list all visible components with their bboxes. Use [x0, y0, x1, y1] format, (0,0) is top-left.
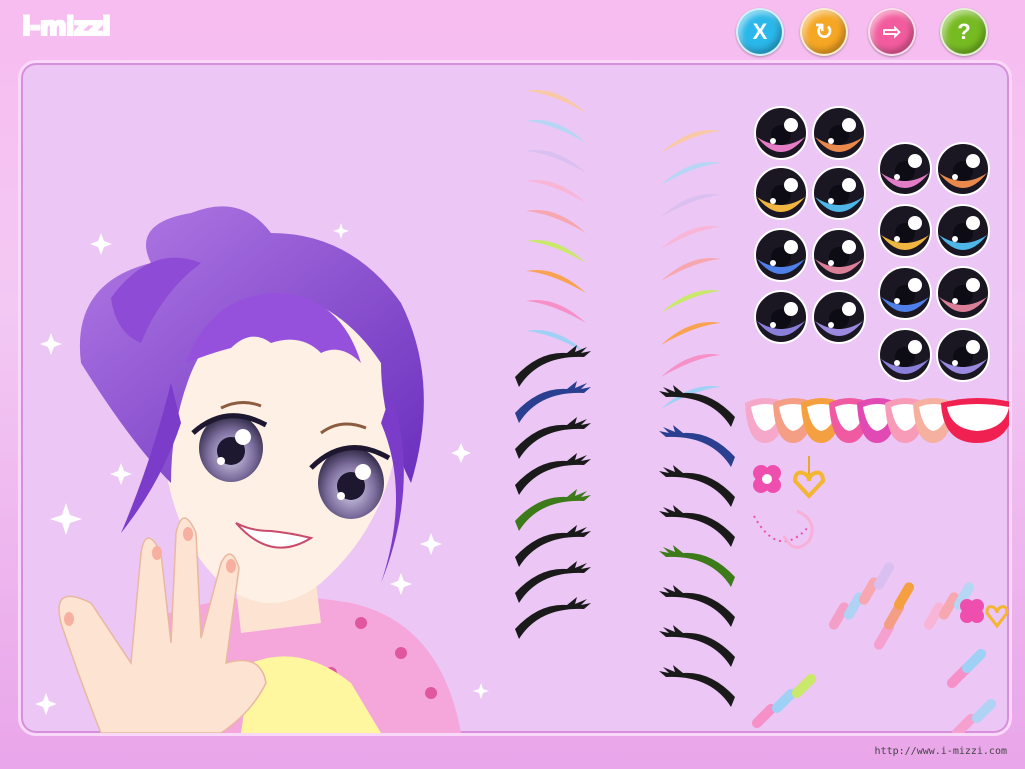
heart-earring-option[interactable] — [985, 605, 1009, 629]
eye-option[interactable] — [877, 203, 933, 259]
eye-option[interactable] — [753, 165, 809, 221]
sparkle-icon — [390, 573, 412, 595]
eye-option[interactable] — [811, 105, 867, 161]
sparkle-icon — [451, 443, 471, 463]
nail-set-option[interactable] — [945, 647, 988, 690]
site-url[interactable]: http://www.i-mizzi.com — [875, 746, 1007, 757]
eye-option[interactable] — [877, 141, 933, 197]
eyelash-option[interactable] — [651, 423, 741, 468]
eye-option[interactable] — [811, 165, 867, 221]
eyelash-option[interactable] — [651, 383, 741, 428]
eye-option[interactable] — [753, 227, 809, 283]
eyelash-option[interactable] — [509, 595, 599, 640]
eyelash-option[interactable] — [651, 543, 741, 588]
eyelash-option[interactable] — [651, 583, 741, 628]
eyelash-option[interactable] — [651, 503, 741, 548]
sparkle-icon — [420, 533, 442, 555]
eye-option[interactable] — [753, 105, 809, 161]
sparkle-icon — [50, 503, 82, 535]
eye-option[interactable] — [935, 265, 991, 321]
next-button[interactable]: ⇨ — [868, 8, 916, 56]
lip-option[interactable] — [939, 393, 1012, 449]
character-portrait — [35, 206, 489, 733]
sparkle-icon — [40, 333, 62, 355]
sparkle-icon — [90, 233, 112, 255]
logo-text: i-mizzi — [22, 12, 111, 42]
eyelash-option[interactable] — [651, 463, 741, 508]
heart-earring-option[interactable] — [792, 456, 826, 499]
dressup-stage — [18, 60, 1012, 736]
eye-option[interactable] — [811, 289, 867, 345]
nail-set-option[interactable] — [872, 581, 916, 652]
flower-earring-option[interactable] — [753, 465, 781, 493]
close-button[interactable]: X — [736, 8, 784, 56]
nail-set-option[interactable] — [750, 672, 818, 730]
eye-option[interactable] — [877, 327, 933, 383]
accessory-options — [750, 456, 1009, 736]
sparkle-icon — [473, 683, 489, 699]
i-mizzi-logo: i-mizzi — [22, 12, 111, 42]
eye-option[interactable] — [753, 289, 809, 345]
necklace-option[interactable] — [753, 509, 814, 549]
eye-option[interactable] — [877, 265, 933, 321]
nail-set-option[interactable] — [950, 697, 998, 736]
eyelash-option[interactable] — [651, 623, 741, 668]
help-button[interactable]: ? — [940, 8, 988, 56]
eye-option[interactable] — [811, 227, 867, 283]
reset-button[interactable]: ↻ — [800, 8, 848, 56]
eye-option[interactable] — [935, 203, 991, 259]
sparkle-icon — [333, 223, 349, 239]
eye-option[interactable] — [935, 327, 991, 383]
flower-earring-option[interactable] — [960, 599, 984, 623]
sparkle-icon — [35, 693, 57, 715]
sparkle-icon — [110, 463, 132, 485]
eyelash-option[interactable] — [651, 663, 741, 708]
eye-option[interactable] — [935, 141, 991, 197]
